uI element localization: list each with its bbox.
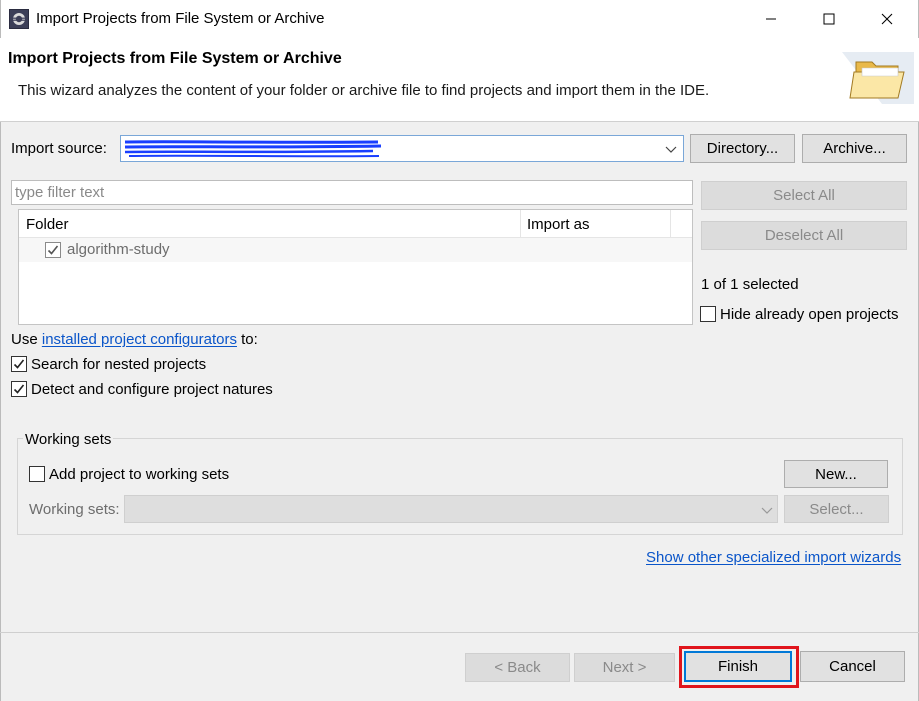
window-title: Import Projects from File System or Arch… (36, 10, 325, 27)
footer-divider (0, 632, 919, 633)
maximize-button[interactable] (800, 0, 858, 38)
maximize-icon (823, 13, 835, 25)
configurators-text: Use installed project configurators to: (11, 331, 258, 348)
directory-button[interactable]: Directory... (690, 134, 795, 163)
close-window-button[interactable] (858, 0, 916, 38)
table-row[interactable]: algorithm-study (19, 238, 692, 262)
hide-open-projects-label[interactable]: Hide already open projects (720, 306, 898, 323)
wizard-description: This wizard analyzes the content of your… (18, 82, 710, 99)
column-divider[interactable] (670, 210, 671, 238)
column-header-import-as[interactable]: Import as (527, 216, 590, 233)
import-source-value (123, 137, 383, 160)
close-icon (881, 13, 893, 25)
back-button[interactable]: < Back (465, 653, 570, 682)
working-sets-label: Working sets: (29, 501, 120, 518)
working-sets-group-title: Working sets (23, 431, 114, 448)
project-folder-name: algorithm-study (67, 241, 170, 258)
detect-natures-label[interactable]: Detect and configure project natures (31, 381, 273, 398)
redacted-path (124, 140, 382, 158)
project-checkbox[interactable] (45, 242, 61, 258)
archive-button[interactable]: Archive... (802, 134, 907, 163)
wizard-title: Import Projects from File System or Arch… (8, 50, 342, 67)
add-to-working-sets-label[interactable]: Add project to working sets (49, 466, 229, 483)
minimize-icon (766, 18, 776, 20)
selection-count: 1 of 1 selected (701, 276, 799, 293)
minimize-button[interactable] (742, 0, 800, 38)
select-all-button[interactable]: Select All (701, 181, 907, 210)
checkmark-icon (13, 384, 25, 394)
next-button[interactable]: Next > (574, 653, 675, 682)
projects-table: Folder Import as algorithm-study (18, 209, 693, 325)
import-source-combo[interactable] (120, 135, 684, 162)
finish-highlight-box (679, 646, 799, 688)
installed-configurators-link[interactable]: installed project configurators (42, 331, 237, 348)
column-header-folder[interactable]: Folder (26, 216, 69, 233)
checkmark-icon (13, 359, 25, 369)
other-import-wizards-link[interactable]: Show other specialized import wizards (646, 549, 901, 566)
configurators-suffix: to: (241, 331, 258, 348)
filter-input[interactable] (11, 180, 693, 205)
hide-open-projects-checkbox[interactable] (700, 306, 716, 322)
folder-icon (842, 46, 914, 104)
select-working-sets-button[interactable]: Select... (784, 495, 889, 523)
eclipse-app-icon (9, 9, 29, 29)
column-divider[interactable] (520, 210, 521, 238)
detect-natures-checkbox[interactable] (11, 381, 27, 397)
configurators-prefix: Use (11, 331, 38, 348)
cancel-button[interactable]: Cancel (800, 651, 905, 682)
search-nested-checkbox[interactable] (11, 356, 27, 372)
deselect-all-button[interactable]: Deselect All (701, 221, 907, 250)
working-sets-combo[interactable] (124, 495, 778, 523)
add-to-working-sets-checkbox[interactable] (29, 466, 45, 482)
new-working-set-button[interactable]: New... (784, 460, 888, 488)
chevron-down-icon (761, 503, 773, 520)
checkmark-icon (47, 245, 59, 255)
chevron-down-icon (665, 142, 677, 159)
table-header: Folder Import as (19, 210, 692, 238)
search-nested-label[interactable]: Search for nested projects (31, 356, 206, 373)
import-source-label: Import source: (11, 140, 107, 157)
